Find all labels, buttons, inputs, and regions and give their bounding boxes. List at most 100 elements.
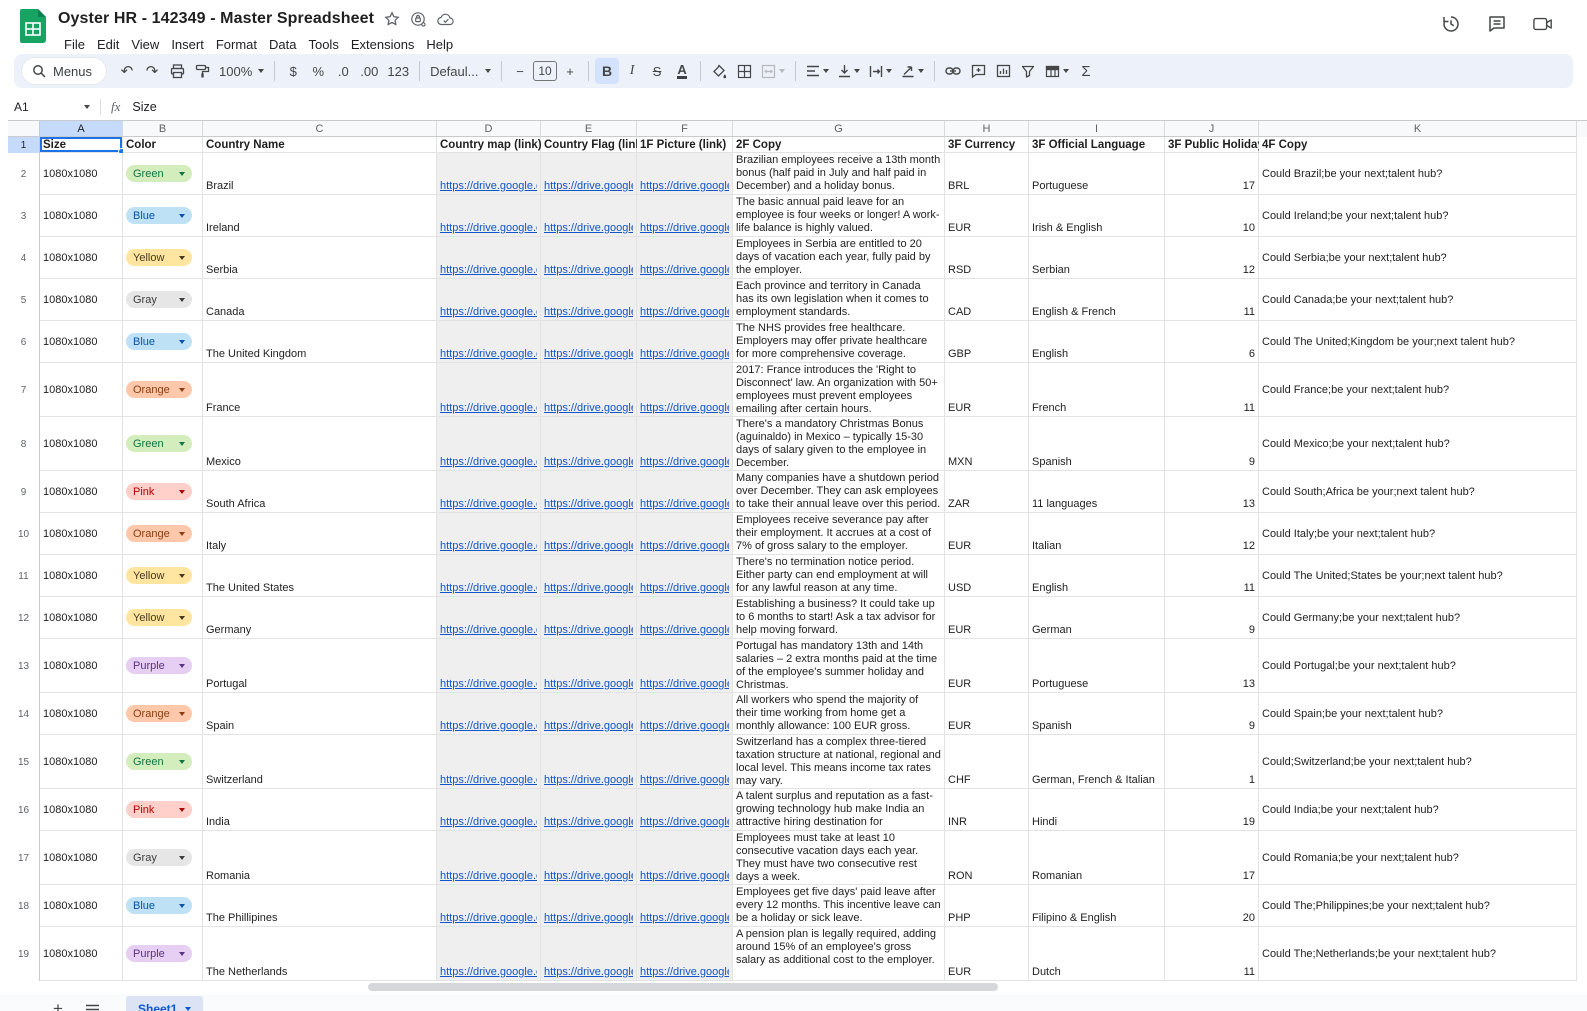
cell-currency[interactable]: RSD — [945, 237, 1029, 279]
cell-currency[interactable]: RON — [945, 831, 1029, 885]
cell-color[interactable]: Blue — [123, 885, 203, 927]
cell-color[interactable]: Yellow — [123, 555, 203, 597]
column-header-J[interactable]: J — [1165, 121, 1259, 137]
row-header[interactable]: 9 — [8, 471, 40, 513]
strikethrough-button[interactable]: S — [645, 58, 669, 84]
cell-F1[interactable]: 1F Picture (link) — [637, 137, 733, 153]
borders-button[interactable] — [732, 58, 756, 84]
cell-picture-link[interactable]: https://drive.google. — [637, 735, 733, 789]
row-header[interactable]: 13 — [8, 639, 40, 693]
cell-country-name[interactable]: Ireland — [203, 195, 437, 237]
color-dropdown-chip[interactable]: Blue — [126, 333, 192, 350]
vertical-align-button[interactable] — [834, 58, 864, 84]
cell-size[interactable]: 1080x1080 — [40, 513, 123, 555]
drive-link[interactable]: https://drive.google. — [640, 348, 729, 360]
menu-file[interactable]: File — [58, 35, 91, 54]
cell-picture-link[interactable]: https://drive.google. — [637, 279, 733, 321]
drive-link[interactable]: https://drive.google.c — [440, 624, 537, 636]
cell-4f-copy[interactable]: Could Spain;be your next;talent hub? — [1259, 693, 1577, 735]
drive-link[interactable]: https://drive.google. — [640, 678, 729, 690]
cell-public-holidays[interactable]: 12 — [1165, 237, 1259, 279]
cell-map-link[interactable]: https://drive.google.c — [437, 417, 541, 471]
row-header[interactable]: 10 — [8, 513, 40, 555]
cell-language[interactable]: 11 languages — [1029, 471, 1165, 513]
cell-language[interactable]: Spanish — [1029, 693, 1165, 735]
cell-size[interactable]: 1080x1080 — [40, 555, 123, 597]
cell-color[interactable]: Purple — [123, 639, 203, 693]
cell-size[interactable]: 1080x1080 — [40, 885, 123, 927]
drive-link[interactable]: https://drive.google. — [640, 180, 729, 192]
column-header-A[interactable]: A — [40, 121, 123, 137]
cell-color[interactable]: Pink — [123, 471, 203, 513]
row-header[interactable]: 4 — [8, 237, 40, 279]
name-box[interactable]: A1 — [14, 100, 100, 114]
cell-flag-link[interactable]: https://drive.google. — [541, 831, 637, 885]
cell-flag-link[interactable]: https://drive.google. — [541, 693, 637, 735]
cell-language[interactable]: English — [1029, 321, 1165, 363]
column-header-C[interactable]: C — [203, 121, 437, 137]
cell-public-holidays[interactable]: 17 — [1165, 831, 1259, 885]
cell-country-name[interactable]: France — [203, 363, 437, 417]
cell-size[interactable]: 1080x1080 — [40, 735, 123, 789]
color-dropdown-chip[interactable]: Blue — [126, 897, 192, 914]
bold-button[interactable]: B — [595, 58, 620, 84]
cell-2f-copy[interactable]: Many companies have a shutdown period ov… — [733, 471, 945, 513]
font-size-input[interactable]: 10 — [533, 61, 558, 81]
cell-color[interactable]: Green — [123, 417, 203, 471]
cell-color[interactable]: Orange — [123, 693, 203, 735]
color-dropdown-chip[interactable]: Blue — [126, 207, 192, 224]
cell-2f-copy[interactable]: Brazilian employees receive a 13th month… — [733, 153, 945, 195]
cell-map-link[interactable]: https://drive.google.c — [437, 555, 541, 597]
cell-picture-link[interactable]: https://drive.google. — [637, 831, 733, 885]
cell-4f-copy[interactable]: Could;Switzerland;be your next;talent hu… — [1259, 735, 1577, 789]
menu-view[interactable]: View — [125, 35, 165, 54]
cell-country-name[interactable]: India — [203, 789, 437, 831]
drive-link[interactable]: https://drive.google. — [544, 222, 633, 234]
cell-size[interactable]: 1080x1080 — [40, 639, 123, 693]
italic-button[interactable]: I — [620, 58, 644, 84]
cell-currency[interactable]: MXN — [945, 417, 1029, 471]
cell-2f-copy[interactable]: Each province and territory in Canada ha… — [733, 279, 945, 321]
cell-language[interactable]: Filipino & English — [1029, 885, 1165, 927]
cell-4f-copy[interactable]: Could Germany;be your next;talent hub? — [1259, 597, 1577, 639]
row-header[interactable]: 19 — [8, 927, 40, 981]
cell-4f-copy[interactable]: Could France;be your next;talent hub? — [1259, 363, 1577, 417]
cell-4f-copy[interactable]: Could Brazil;be your next;talent hub? — [1259, 153, 1577, 195]
cell-B1[interactable]: Color — [123, 137, 203, 153]
drive-link[interactable]: https://drive.google. — [640, 402, 729, 414]
cell-2f-copy[interactable]: Employees get five days' paid leave afte… — [733, 885, 945, 927]
drive-link[interactable]: https://drive.google.c — [440, 678, 537, 690]
menu-data[interactable]: Data — [263, 35, 302, 54]
cell-4f-copy[interactable]: Could Serbia;be your next;talent hub? — [1259, 237, 1577, 279]
cell-language[interactable]: English & French — [1029, 279, 1165, 321]
cell-public-holidays[interactable]: 13 — [1165, 471, 1259, 513]
drive-link[interactable]: https://drive.google.c — [440, 498, 537, 510]
drive-link[interactable]: https://drive.google. — [640, 720, 729, 732]
cell-color[interactable]: Green — [123, 735, 203, 789]
cell-currency[interactable]: PHP — [945, 885, 1029, 927]
cell-size[interactable]: 1080x1080 — [40, 927, 123, 981]
cell-4f-copy[interactable]: Could The United;Kingdom be your;next ta… — [1259, 321, 1577, 363]
row-header[interactable]: 16 — [8, 789, 40, 831]
cell-2f-copy[interactable]: A pension plan is legally required, addi… — [733, 927, 945, 981]
cell-flag-link[interactable]: https://drive.google. — [541, 363, 637, 417]
cell-public-holidays[interactable]: 1 — [1165, 735, 1259, 789]
cell-flag-link[interactable]: https://drive.google. — [541, 471, 637, 513]
cell-A1-selected[interactable]: Size — [40, 137, 125, 155]
column-header-I[interactable]: I — [1029, 121, 1165, 137]
cell-language[interactable]: Irish & English — [1029, 195, 1165, 237]
cell-currency[interactable]: CAD — [945, 279, 1029, 321]
drive-link[interactable]: https://drive.google.c — [440, 180, 537, 192]
cell-map-link[interactable]: https://drive.google.c — [437, 735, 541, 789]
cell-public-holidays[interactable]: 11 — [1165, 555, 1259, 597]
format-percent-button[interactable]: % — [306, 58, 330, 84]
cell-currency[interactable]: EUR — [945, 195, 1029, 237]
horizontal-scrollbar-thumb[interactable] — [368, 983, 998, 991]
cell-language[interactable]: English — [1029, 555, 1165, 597]
decrease-font-size-button[interactable]: − — [508, 58, 532, 84]
cell-E1[interactable]: Country Flag (link) — [541, 137, 646, 153]
cell-4f-copy[interactable]: Could Mexico;be your next;talent hub? — [1259, 417, 1577, 471]
row-header[interactable]: 14 — [8, 693, 40, 735]
cell-picture-link[interactable]: https://drive.google. — [637, 363, 733, 417]
color-dropdown-chip[interactable]: Yellow — [126, 249, 192, 266]
